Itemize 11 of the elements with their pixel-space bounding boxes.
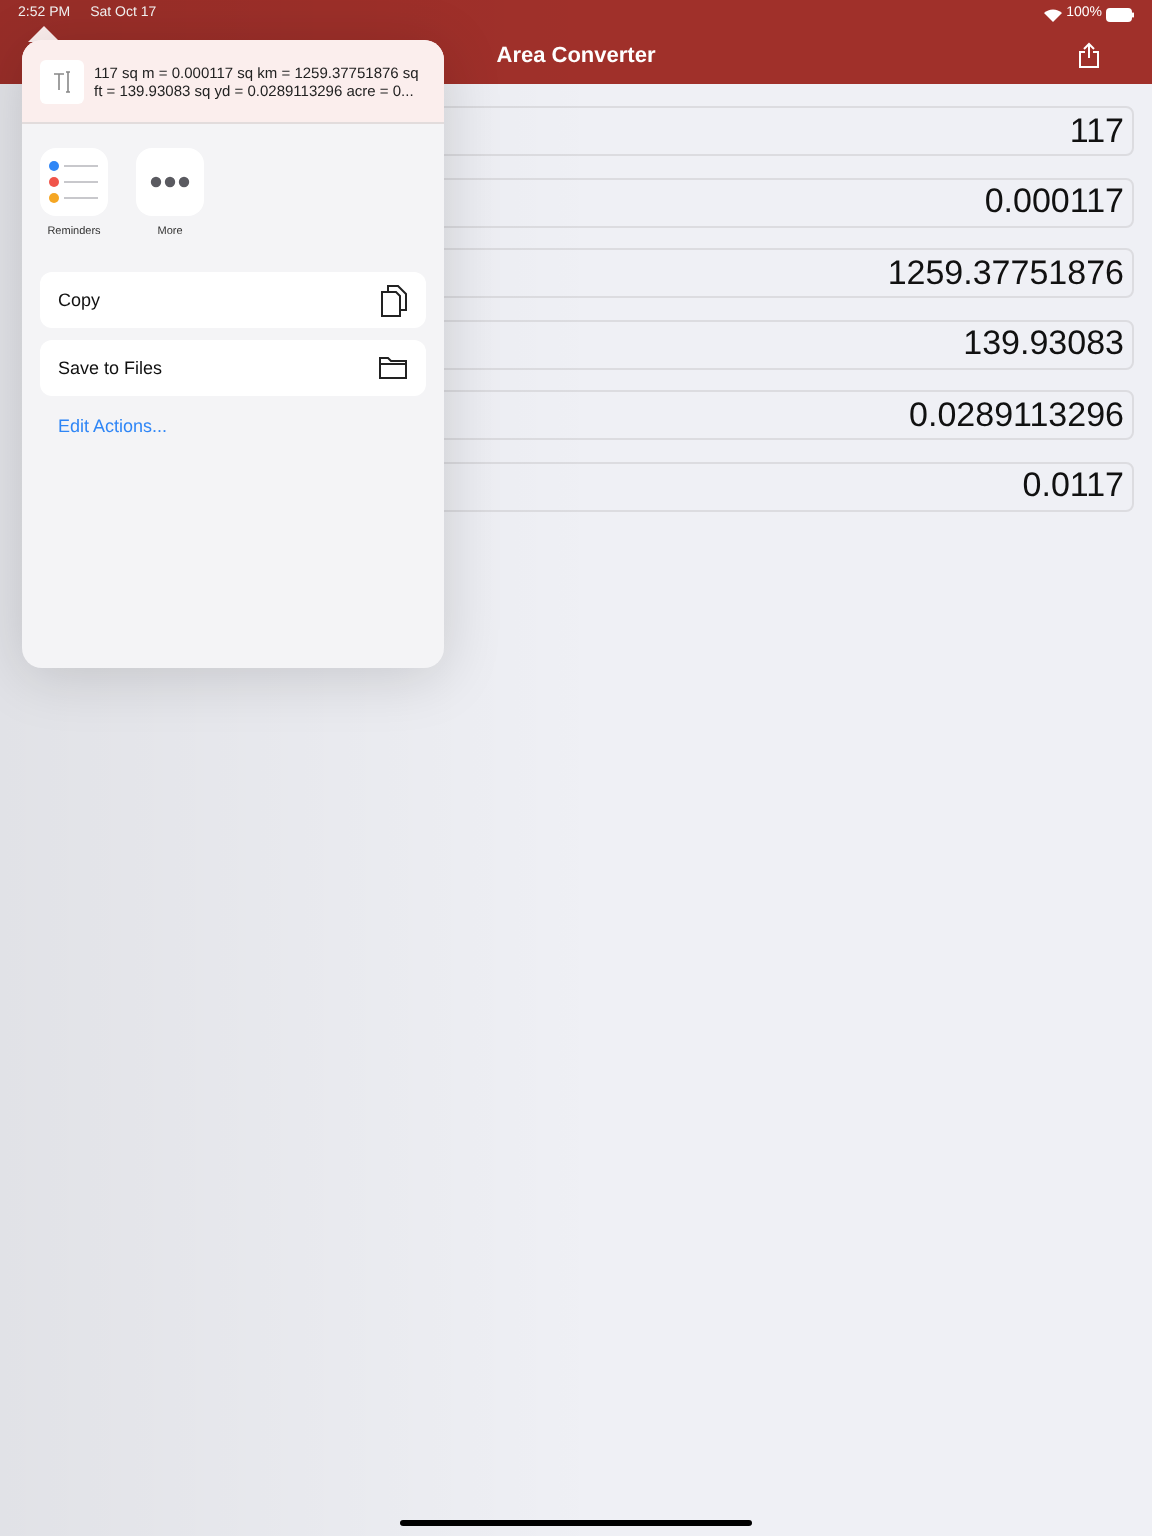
more-icon bbox=[136, 148, 204, 216]
reminders-icon bbox=[40, 148, 108, 216]
share-action[interactable]: Save to Files bbox=[40, 340, 426, 397]
nav-title: Area Converter bbox=[496, 41, 656, 72]
battery-icon bbox=[1106, 7, 1134, 21]
wifi-icon bbox=[1044, 7, 1063, 21]
share-action[interactable]: Copy bbox=[40, 272, 426, 329]
folder-icon bbox=[378, 356, 408, 381]
copy-icon bbox=[380, 283, 408, 318]
share-icon[interactable] bbox=[1078, 42, 1100, 68]
text-document-icon bbox=[40, 59, 84, 103]
